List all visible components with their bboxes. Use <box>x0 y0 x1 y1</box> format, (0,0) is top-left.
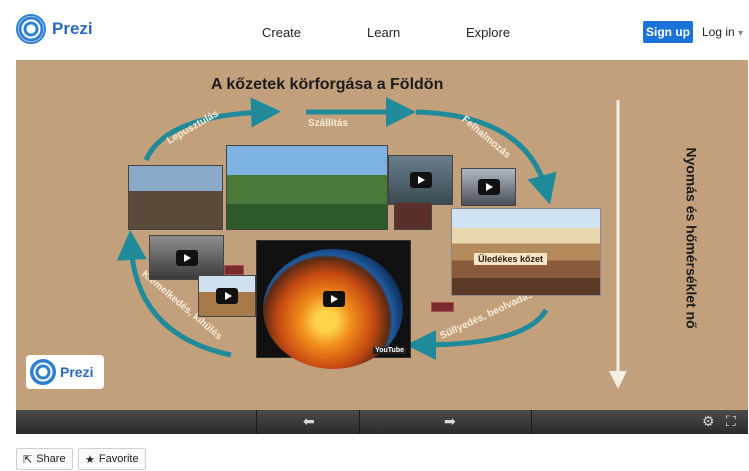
presentation-canvas[interactable]: A kőzetek körforgása a Földön Lepusztulá… <box>16 60 748 410</box>
sedimentary-rock-label: Üledékes kőzet <box>474 253 548 265</box>
star-icon: ★ <box>85 453 95 466</box>
sign-up-button[interactable]: Sign up <box>643 21 693 43</box>
earth-interior-video[interactable]: YouTube <box>256 240 411 369</box>
favorite-label: Favorite <box>98 453 139 465</box>
sedimentary-diagram[interactable]: Üledékes kőzet <box>451 208 601 296</box>
prezi-logo-icon <box>30 359 56 385</box>
prev-arrow-icon[interactable]: ⬅ <box>303 413 315 430</box>
fullscreen-icon[interactable]: ⛶ <box>726 413 736 430</box>
next-arrow-icon[interactable]: ➡ <box>444 413 456 430</box>
play-icon[interactable] <box>216 288 238 304</box>
share-icon: ⇱ <box>23 453 33 466</box>
info-tag <box>431 302 454 312</box>
logo-text: Prezi <box>52 19 93 38</box>
info-tag <box>224 265 244 275</box>
top-nav-bar: Prezi Create Learn Explore Sign up Log i… <box>0 0 749 60</box>
nav-explore[interactable]: Explore <box>466 25 510 40</box>
mountain-image[interactable] <box>226 145 388 230</box>
label-szallitas: Szállítás <box>308 118 349 129</box>
river-video-thumb[interactable] <box>388 155 453 205</box>
viewer-prezi-logo[interactable]: Prezi <box>26 355 104 389</box>
volcano-image[interactable] <box>128 165 223 230</box>
divider <box>531 410 532 434</box>
divider <box>359 410 360 434</box>
play-icon[interactable] <box>175 249 198 266</box>
divider <box>256 410 257 434</box>
prezi-logo-icon <box>16 14 46 44</box>
sediment-video-thumb[interactable] <box>461 168 516 206</box>
share-button[interactable]: ⇱ Share <box>16 448 73 470</box>
canyon-video-thumb[interactable] <box>198 275 256 317</box>
play-icon[interactable] <box>409 172 432 188</box>
youtube-badge: YouTube <box>373 347 406 354</box>
favorite-button[interactable]: ★ Favorite <box>78 448 146 470</box>
play-icon[interactable] <box>322 291 345 307</box>
prezi-logo[interactable]: Prezi <box>16 14 93 44</box>
nav-learn[interactable]: Learn <box>367 25 400 40</box>
settings-icon[interactable]: ⚙ <box>702 413 715 430</box>
prezi-page: Prezi Create Learn Explore Sign up Log i… <box>0 0 749 471</box>
chevron-down-icon: ▾ <box>738 28 744 39</box>
play-icon[interactable] <box>477 179 500 195</box>
pressure-temperature-label: Nyomás és hőmérséklet nő <box>683 147 700 329</box>
share-label: Share <box>36 453 66 465</box>
presentation-controls: ⬅ ➡ ⚙ ⛶ <box>16 410 748 434</box>
eruption-video-thumb[interactable] <box>149 235 224 280</box>
log-in-menu[interactable]: Log in ▾ <box>702 25 743 39</box>
notes-thumb[interactable] <box>394 202 432 230</box>
nav-create[interactable]: Create <box>262 25 301 40</box>
log-in-label: Log in <box>702 25 735 39</box>
viewer-logo-text: Prezi <box>60 364 94 380</box>
